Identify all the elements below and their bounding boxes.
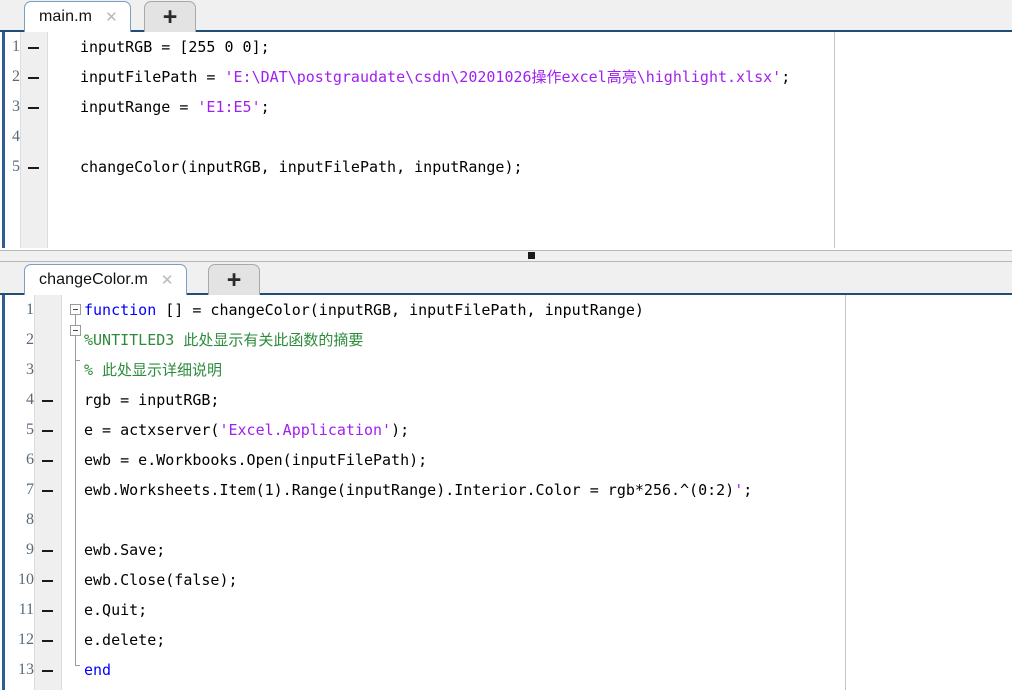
- executable-line-dash: [42, 580, 53, 582]
- code-text: %UNTITLED3 此处显示有关此函数的摘要: [84, 331, 364, 349]
- code-text: e.Quit;: [84, 601, 148, 619]
- line-number: 4: [26, 391, 34, 408]
- line-number: 10: [18, 571, 34, 588]
- code-line-row[interactable]: 2 inputFilePath = 'E:\DAT\postgraudate\c…: [0, 62, 1012, 92]
- code-line-row[interactable]: 4: [0, 122, 1012, 152]
- code-text: inputRGB = [255 0 0];: [80, 38, 270, 56]
- code-text: % 此处显示详细说明: [84, 361, 223, 379]
- executable-line-dash: [42, 460, 53, 462]
- executable-line-dash: [42, 610, 53, 612]
- code-text: changeColor(inputRGB, inputFilePath, inp…: [80, 158, 523, 176]
- code-line-row[interactable]: 13 end: [0, 655, 1012, 685]
- code-line-row[interactable]: 12 e.delete;: [0, 625, 1012, 655]
- code-text: inputFilePath = 'E:\DAT\postgraudate\csd…: [80, 62, 790, 92]
- line-number: 13: [18, 661, 34, 678]
- line-number: 3: [12, 98, 20, 115]
- tab-main-m-label: main.m: [39, 8, 93, 25]
- code-line-row[interactable]: 5 changeColor(inputRGB, inputFilePath, i…: [0, 152, 1012, 182]
- line-number: 6: [26, 451, 34, 468]
- code-token-plain: inputRange =: [80, 98, 198, 116]
- code-text: rgb = inputRGB;: [84, 391, 220, 409]
- close-icon[interactable]: ✕: [158, 273, 177, 288]
- code-line-row[interactable]: 3 inputRange = 'E1:E5';: [0, 92, 1012, 122]
- executable-line-dash: [42, 670, 53, 672]
- code-text: end: [84, 661, 112, 679]
- line-number: 12: [18, 631, 34, 648]
- executable-line-dash: [42, 430, 53, 432]
- line-number: 11: [18, 601, 34, 618]
- code-token-plain: e = actxserver(: [84, 421, 220, 439]
- code-text: ewb.Save;: [84, 541, 166, 559]
- code-token-plain: ;: [781, 68, 791, 86]
- code-token-string: 'Excel.Application': [219, 421, 392, 439]
- code-token-string: 'E:\DAT\postgraudate\csdn\20201026操作exce…: [224, 68, 782, 86]
- code-token-plain: inputFilePath =: [80, 68, 225, 86]
- editor-panel-changecolor: changeColor.m ✕ + 1 function [] = change…: [0, 262, 1012, 690]
- new-tab-button[interactable]: +: [144, 1, 196, 32]
- code-rows-main: 1 inputRGB = [255 0 0]; 2 inputFilePath …: [0, 32, 1012, 182]
- executable-line-dash: [42, 490, 53, 492]
- line-number: 5: [12, 158, 20, 175]
- tab-changecolor-m[interactable]: changeColor.m ✕: [24, 264, 187, 295]
- editor-panel-main: main.m ✕ + 1 inputRGB = [255 0 0]; 2 inp…: [0, 0, 1012, 250]
- executable-line-dash: [28, 47, 39, 49]
- code-text: e = actxserver('Excel.Application');: [84, 415, 409, 445]
- line-number: 5: [26, 421, 34, 438]
- code-rows-changecolor: 1 function [] = changeColor(inputRGB, in…: [0, 295, 1012, 685]
- line-number: 9: [26, 541, 34, 558]
- line-number: 2: [26, 331, 34, 348]
- code-token-plain: );: [391, 421, 410, 439]
- executable-line-dash: [28, 107, 39, 109]
- code-token-plain: ewb.Worksheets.Item(1).Range(inputRange)…: [84, 481, 735, 499]
- code-line-row[interactable]: 3 % 此处显示详细说明: [0, 355, 1012, 385]
- line-number: 2: [12, 68, 20, 85]
- code-text: ewb = e.Workbooks.Open(inputFilePath);: [84, 451, 428, 469]
- code-area-changecolor[interactable]: 1 function [] = changeColor(inputRGB, in…: [0, 295, 1012, 690]
- line-number: 1: [12, 38, 20, 55]
- executable-line-dash: [42, 640, 53, 642]
- code-token-string: 'E1:E5': [197, 98, 261, 116]
- code-token-plain: [] = changeColor(inputRGB, inputFilePath…: [156, 301, 644, 319]
- line-number: 1: [26, 301, 34, 318]
- code-text: ewb.Worksheets.Item(1).Range(inputRange)…: [84, 475, 752, 505]
- code-line-row[interactable]: 6 ewb = e.Workbooks.Open(inputFilePath);: [0, 445, 1012, 475]
- tabstrip-changecolor: changeColor.m ✕ +: [0, 262, 1012, 295]
- code-token-plain: ;: [260, 98, 270, 116]
- line-number: 7: [26, 481, 34, 498]
- code-line-row[interactable]: 2 %UNTITLED3 此处显示有关此函数的摘要: [0, 325, 1012, 355]
- executable-line-dash: [28, 167, 39, 169]
- plus-icon: +: [162, 3, 178, 31]
- code-line-row[interactable]: 1 function [] = changeColor(inputRGB, in…: [0, 295, 1012, 325]
- panel-splitter[interactable]: [0, 250, 1012, 262]
- plus-icon: +: [226, 266, 242, 294]
- executable-line-dash: [28, 77, 39, 79]
- code-token-plain: ;: [743, 481, 753, 499]
- code-line-row[interactable]: 4 rgb = inputRGB;: [0, 385, 1012, 415]
- code-text: function [] = changeColor(inputRGB, inpu…: [84, 295, 644, 325]
- splitter-handle[interactable]: [528, 252, 535, 259]
- code-line-row[interactable]: 7 ewb.Worksheets.Item(1).Range(inputRang…: [0, 475, 1012, 505]
- code-text: e.delete;: [84, 631, 166, 649]
- code-line-row[interactable]: 10 ewb.Close(false);: [0, 565, 1012, 595]
- code-line-row[interactable]: 5 e = actxserver('Excel.Application');: [0, 415, 1012, 445]
- code-line-row[interactable]: 1 inputRGB = [255 0 0];: [0, 32, 1012, 62]
- tab-changecolor-m-label: changeColor.m: [39, 271, 148, 288]
- line-number: 4: [12, 128, 20, 145]
- code-line-row[interactable]: 8: [0, 505, 1012, 535]
- line-number: 3: [26, 361, 34, 378]
- code-token-string: ': [734, 481, 744, 499]
- new-tab-button[interactable]: +: [208, 264, 260, 295]
- tabstrip-main: main.m ✕ +: [0, 0, 1012, 32]
- code-text: inputRange = 'E1:E5';: [80, 92, 270, 122]
- code-line-row[interactable]: 9 ewb.Save;: [0, 535, 1012, 565]
- code-line-row[interactable]: 11 e.Quit;: [0, 595, 1012, 625]
- tab-main-m[interactable]: main.m ✕: [24, 1, 131, 32]
- close-icon[interactable]: ✕: [102, 10, 121, 25]
- code-area-main[interactable]: 1 inputRGB = [255 0 0]; 2 inputFilePath …: [0, 32, 1012, 248]
- executable-line-dash: [42, 550, 53, 552]
- code-token-keyword: function: [84, 301, 157, 319]
- code-text: ewb.Close(false);: [84, 571, 238, 589]
- executable-line-dash: [42, 400, 53, 402]
- line-number: 8: [26, 511, 34, 528]
